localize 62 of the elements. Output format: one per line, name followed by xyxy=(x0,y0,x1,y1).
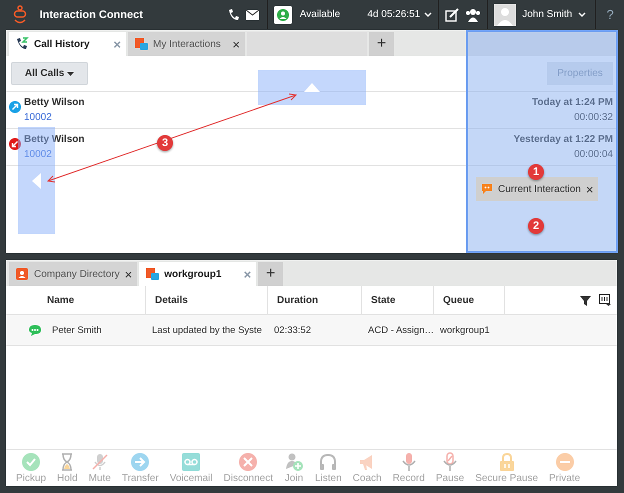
incoming-call-icon xyxy=(9,138,21,150)
tab[interactable]: My Interactions × xyxy=(128,32,245,56)
filter-icon[interactable] xyxy=(580,294,591,306)
tab-label[interactable]: workgroup1 xyxy=(164,268,222,280)
headphones-icon xyxy=(318,452,338,472)
chevron-down-icon[interactable] xyxy=(424,12,432,18)
tab[interactable]: workgroup1 × xyxy=(139,262,256,286)
column-settings-icon[interactable] xyxy=(599,294,611,306)
call-time: Yesterday at 1:22 PM xyxy=(514,134,613,145)
caller-number[interactable]: 10002 xyxy=(24,112,52,123)
caret-icon xyxy=(67,72,74,76)
add-tab-button[interactable]: + xyxy=(258,262,284,286)
muted-microphone-icon xyxy=(90,452,110,472)
phone-icon[interactable] xyxy=(228,8,240,20)
tab-label[interactable]: Current Interaction xyxy=(498,184,581,194)
chat-list-icon xyxy=(134,37,148,51)
call-duration: 00:00:04 xyxy=(574,149,613,160)
call-time: Today at 1:24 PM xyxy=(532,97,613,108)
app-title: Interaction Connect xyxy=(40,8,144,20)
table-cell: 02:33:52 xyxy=(268,315,362,346)
add-tab-button[interactable]: + xyxy=(369,32,394,56)
status-label[interactable]: Available xyxy=(300,9,340,20)
tab[interactable]: Company Directory × xyxy=(9,262,138,286)
voicemail-icon xyxy=(181,452,202,472)
logo-icon xyxy=(12,4,27,24)
phone-icon xyxy=(15,37,29,51)
chevron-down-icon[interactable] xyxy=(578,12,586,18)
envelope-icon[interactable] xyxy=(246,10,259,20)
arrow-left-icon xyxy=(32,172,41,188)
chat-icon xyxy=(481,183,493,195)
close-button[interactable]: × xyxy=(124,266,132,282)
user-name[interactable]: John Smith xyxy=(522,9,572,20)
chat-list-icon xyxy=(145,267,160,281)
call-duration: 00:00:32 xyxy=(574,112,613,123)
people-icon[interactable] xyxy=(465,8,482,22)
tab-label[interactable]: My Interactions xyxy=(153,38,221,50)
close-button[interactable]: × xyxy=(232,36,240,52)
check-icon xyxy=(21,452,41,472)
arrow-up-icon xyxy=(304,83,320,92)
tab-label[interactable]: Company Directory xyxy=(34,268,120,280)
table-cell: Last updated by the Syste xyxy=(146,315,268,346)
status-icon[interactable] xyxy=(274,6,292,24)
close-icon xyxy=(238,452,258,472)
tab[interactable]: Call History × xyxy=(9,32,126,56)
add-person-icon xyxy=(284,452,304,472)
edit-icon[interactable] xyxy=(445,8,460,22)
table-cell: workgroup1 xyxy=(434,315,505,346)
caller-name: Betty Wilson xyxy=(24,134,84,145)
caller-name: Betty Wilson xyxy=(24,97,84,108)
help-button[interactable]: ? xyxy=(596,7,624,22)
contact-card-icon xyxy=(15,267,29,281)
filter-dropdown[interactable]: All Calls xyxy=(11,62,88,85)
tab-label[interactable]: Call History xyxy=(34,38,90,50)
table-cell: Peter Smith xyxy=(52,324,102,336)
minus-circle-icon xyxy=(554,452,575,472)
outgoing-call-icon xyxy=(9,101,21,113)
current-interaction-tab[interactable]: Current Interaction × xyxy=(476,177,598,201)
chat-icon xyxy=(28,324,42,336)
close-button[interactable]: × xyxy=(586,182,594,196)
table-cell: ACD - Assign… xyxy=(362,315,434,346)
status-timer: 4d 05:26:51 xyxy=(367,9,420,20)
avatar-icon[interactable] xyxy=(494,4,516,26)
